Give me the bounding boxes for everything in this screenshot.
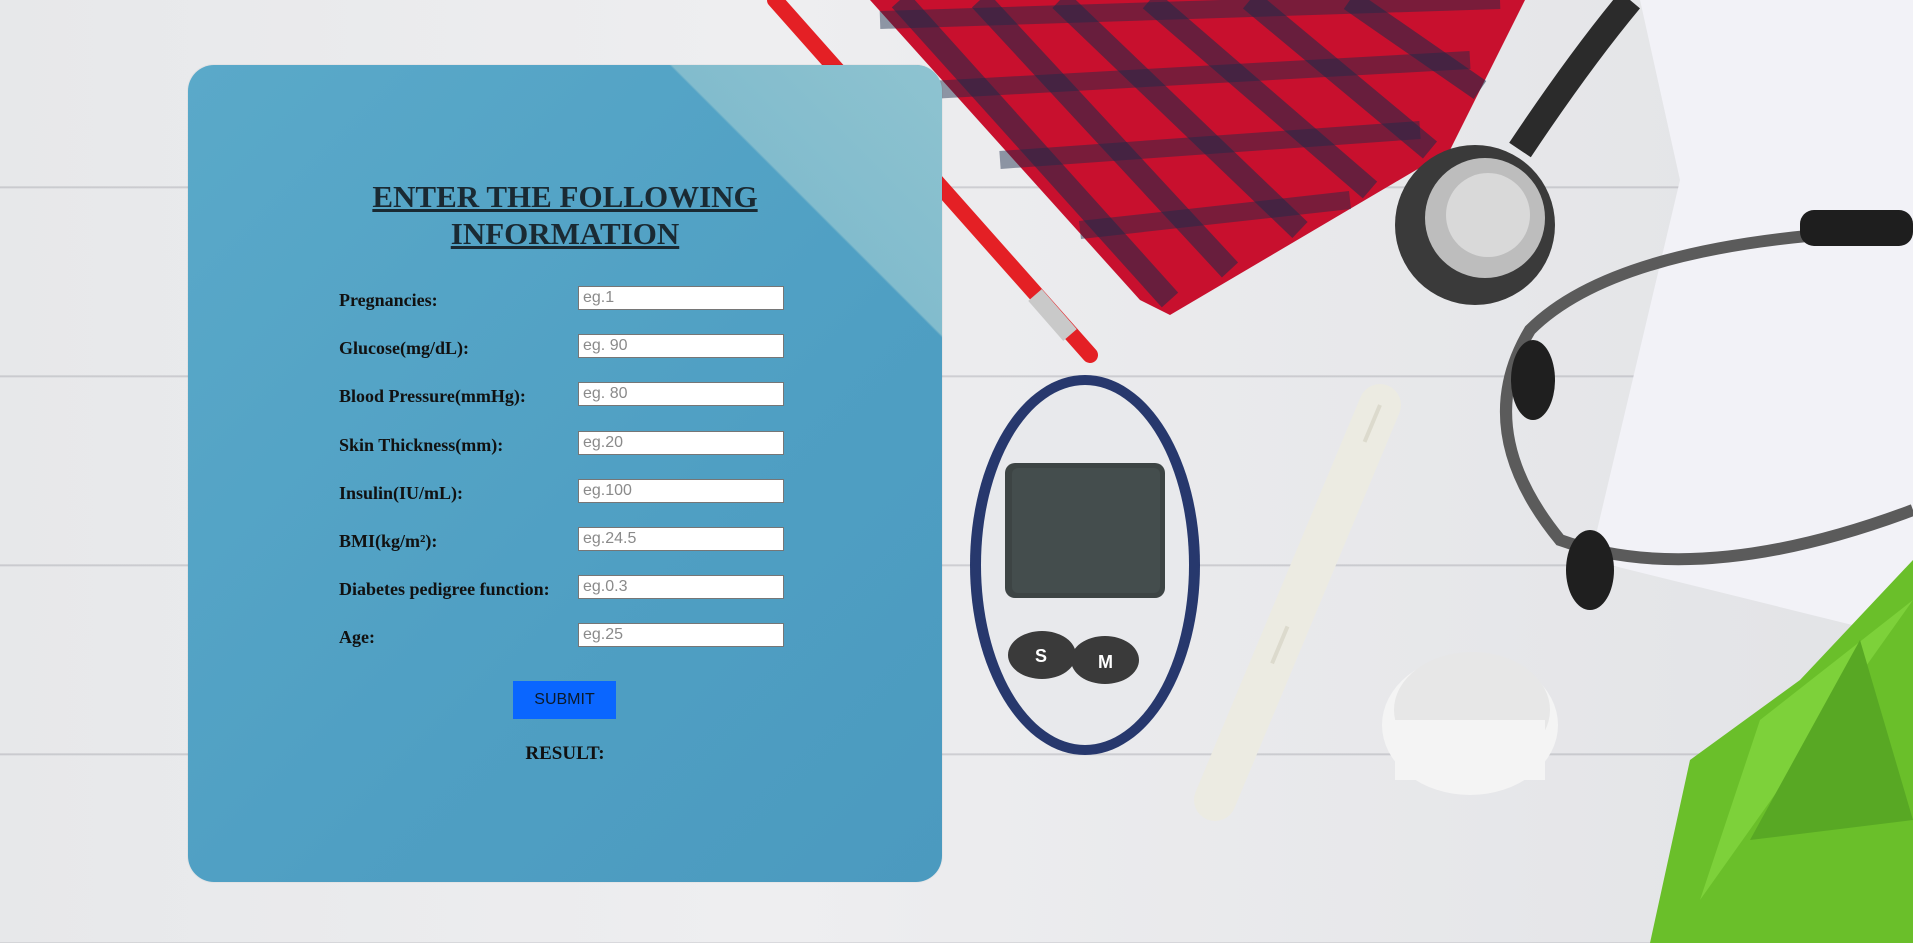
glucose-meter: S M [970, 375, 1200, 755]
pregnancies-input[interactable] [578, 286, 784, 310]
insulin-input[interactable] [578, 479, 784, 503]
glucose-label: Glucose(mg/dL): [339, 338, 469, 358]
skin-thickness-label: Skin Thickness(mm): [339, 435, 504, 455]
form-title: ENTER THE FOLLOWING INFORMATION [188, 178, 942, 252]
pregnancies-label: Pregnancies: [339, 290, 438, 310]
skin-thickness-input[interactable] [578, 431, 784, 455]
field-row-bmi: BMI(kg/m²): [339, 527, 799, 555]
submit-button[interactable]: SUBMIT [513, 681, 616, 719]
form-title-line1: ENTER THE FOLLOWING [372, 179, 758, 214]
diabetes-form-card: ENTER THE FOLLOWING INFORMATION Pregnanc… [188, 65, 942, 882]
result-label: RESULT: [525, 743, 605, 764]
age-input[interactable] [578, 623, 784, 647]
form-title-line2: INFORMATION [450, 216, 680, 251]
field-row-blood-pressure: Blood Pressure(mmHg): [339, 382, 799, 410]
blood-pressure-input[interactable] [578, 382, 784, 406]
svg-text:M: M [1098, 652, 1113, 672]
lancet-pen [1194, 384, 1401, 821]
test-strip-container [1382, 652, 1558, 795]
bmi-label: BMI(kg/m²): [339, 531, 438, 551]
age-label: Age: [339, 627, 375, 647]
insulin-label: Insulin(IU/mL): [339, 483, 464, 503]
green-plant [1650, 560, 1913, 943]
field-row-insulin: Insulin(IU/mL): [339, 479, 799, 507]
field-row-glucose: Glucose(mg/dL): [339, 334, 799, 362]
diabetes-pedigree-input[interactable] [578, 575, 784, 599]
field-row-skin-thickness: Skin Thickness(mm): [339, 431, 799, 459]
blood-pressure-label: Blood Pressure(mmHg): [339, 386, 526, 406]
glucose-input[interactable] [578, 334, 784, 358]
bmi-input[interactable] [578, 527, 784, 551]
svg-text:S: S [1035, 646, 1047, 666]
field-row-pregnancies: Pregnancies: [339, 286, 799, 314]
diabetes-pedigree-label: Diabetes pedigree function: [339, 579, 550, 599]
field-row-age: Age: [339, 623, 799, 651]
paper-sheet [1590, 0, 1913, 640]
field-row-diabetes-pedigree: Diabetes pedigree function: [339, 575, 799, 603]
